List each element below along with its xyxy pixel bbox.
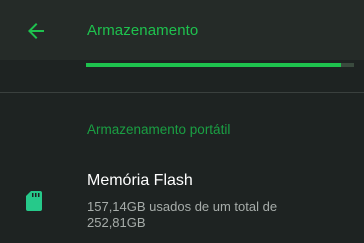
divider — [0, 92, 364, 93]
storage-item-flash-memory[interactable]: Memória Flash 157,14GB usados de um tota… — [0, 160, 364, 243]
storage-usage-fill — [86, 63, 341, 67]
arrow-left-icon[interactable] — [24, 19, 48, 43]
storage-screen: Armazenamento Armazenamento portátil Mem… — [0, 0, 364, 243]
storage-usage — [0, 60, 364, 92]
section-header-portable-storage: Armazenamento portátil — [87, 122, 231, 137]
sd-card-icon — [26, 191, 42, 211]
page-title: Armazenamento — [87, 22, 199, 39]
storage-item-summary: 157,14GB usados de um total de 252,81GB — [87, 199, 278, 230]
storage-item-title: Memória Flash — [87, 172, 193, 189]
app-bar: Armazenamento — [0, 0, 364, 60]
storage-usage-bar — [86, 63, 354, 67]
